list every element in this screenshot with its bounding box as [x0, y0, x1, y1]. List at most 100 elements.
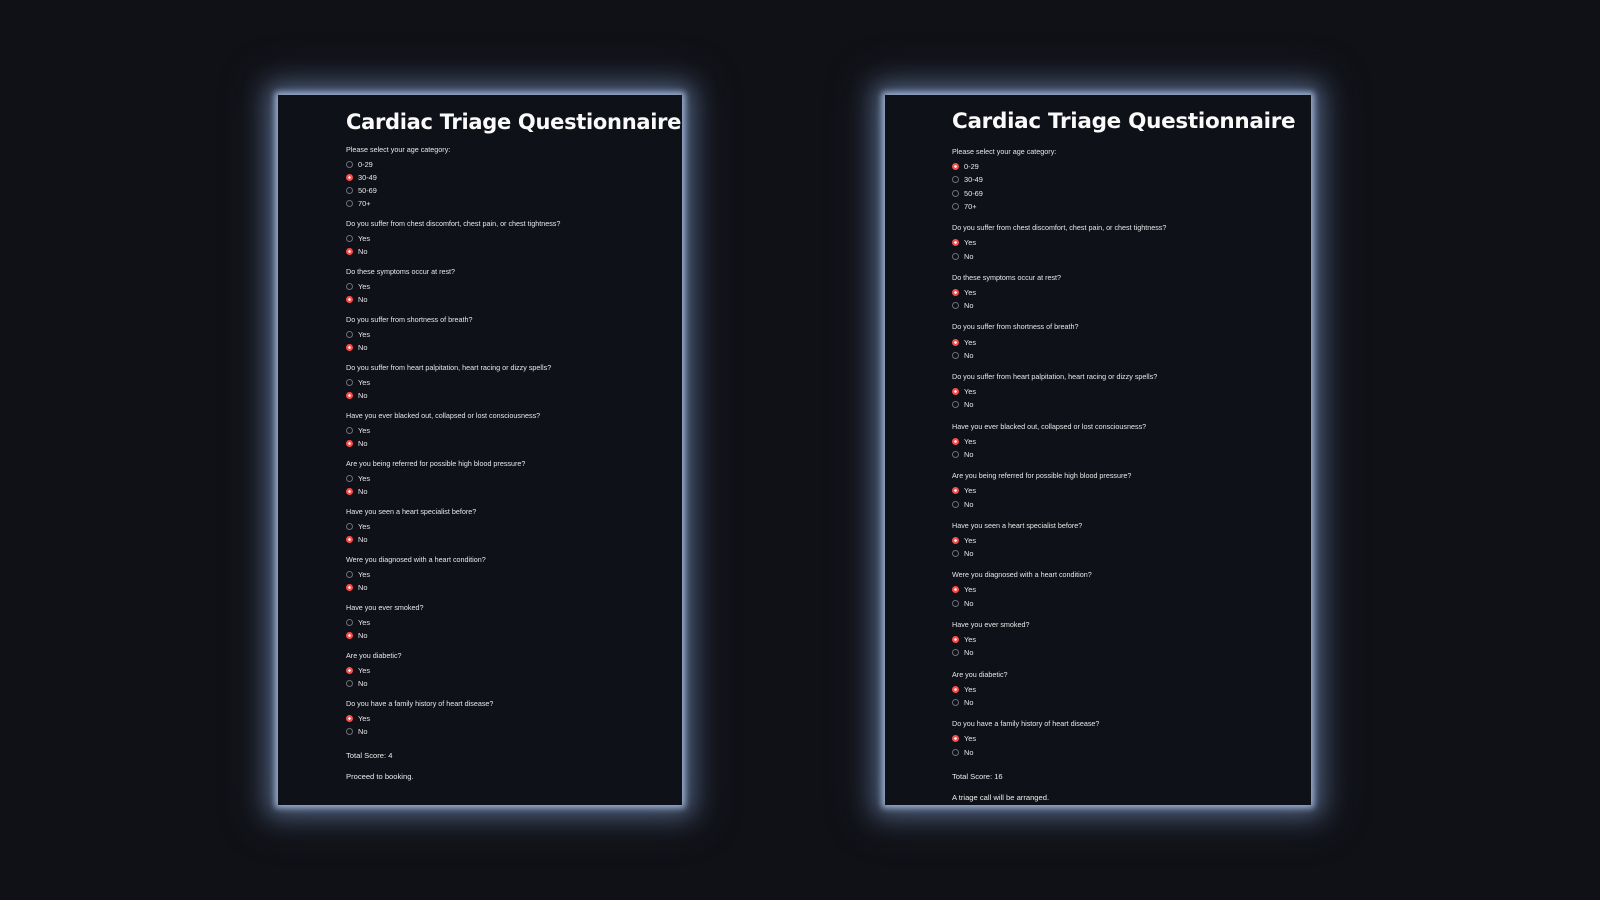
radio-unselected-icon[interactable]	[952, 649, 959, 657]
radio-option[interactable]: No	[952, 497, 1292, 510]
radio-selected-icon[interactable]	[952, 536, 959, 544]
radio-selected-icon[interactable]	[346, 392, 353, 399]
radio-selected-icon[interactable]	[952, 338, 959, 346]
radio-option[interactable]: No	[346, 341, 666, 354]
radio-selected-icon[interactable]	[346, 174, 353, 181]
radio-option[interactable]: No	[346, 389, 666, 402]
radio-option[interactable]: Yes	[952, 484, 1292, 497]
radio-selected-icon[interactable]	[346, 632, 353, 639]
radio-selected-icon[interactable]	[952, 685, 959, 693]
radio-unselected-icon[interactable]	[346, 571, 353, 578]
radio-option[interactable]: Yes	[952, 732, 1292, 745]
radio-option[interactable]: Yes	[346, 664, 666, 677]
radio-unselected-icon[interactable]	[952, 351, 959, 359]
radio-selected-icon[interactable]	[346, 536, 353, 543]
radio-option[interactable]: No	[346, 293, 666, 306]
radio-unselected-icon[interactable]	[346, 283, 353, 290]
radio-selected-icon[interactable]	[346, 440, 353, 447]
radio-selected-icon[interactable]	[346, 344, 353, 351]
radio-option[interactable]: Yes	[952, 583, 1292, 596]
radio-option[interactable]: 0-29	[952, 160, 1292, 173]
radio-unselected-icon[interactable]	[346, 619, 353, 626]
radio-option[interactable]: Yes	[346, 520, 666, 533]
radio-selected-icon[interactable]	[952, 163, 959, 171]
radio-unselected-icon[interactable]	[346, 187, 353, 194]
radio-selected-icon[interactable]	[346, 248, 353, 255]
radio-option[interactable]: No	[346, 677, 666, 690]
radio-unselected-icon[interactable]	[952, 302, 959, 310]
radio-option[interactable]: Yes	[346, 424, 666, 437]
radio-option[interactable]: Yes	[346, 568, 666, 581]
radio-unselected-icon[interactable]	[346, 235, 353, 242]
radio-selected-icon[interactable]	[952, 239, 959, 247]
radio-option[interactable]: No	[952, 349, 1292, 362]
radio-unselected-icon[interactable]	[346, 728, 353, 735]
radio-unselected-icon[interactable]	[952, 401, 959, 409]
radio-option[interactable]: 0-29	[346, 158, 666, 171]
radio-selected-icon[interactable]	[346, 667, 353, 674]
radio-unselected-icon[interactable]	[952, 451, 959, 458]
radio-option[interactable]: No	[952, 745, 1292, 758]
radio-option[interactable]: No	[952, 597, 1292, 610]
radio-option[interactable]: Yes	[952, 683, 1292, 696]
radio-unselected-icon[interactable]	[952, 252, 959, 260]
radio-option[interactable]: 30-49	[952, 173, 1292, 186]
radio-unselected-icon[interactable]	[346, 200, 353, 207]
radio-option[interactable]: No	[952, 299, 1292, 312]
radio-selected-icon[interactable]	[952, 388, 959, 396]
radio-option[interactable]: Yes	[952, 236, 1292, 249]
radio-option[interactable]: No	[952, 646, 1292, 659]
radio-option[interactable]: Yes	[952, 385, 1292, 398]
radio-option[interactable]: No	[346, 629, 666, 642]
radio-selected-icon[interactable]	[346, 715, 353, 722]
radio-option[interactable]: No	[346, 581, 666, 594]
radio-unselected-icon[interactable]	[346, 680, 353, 687]
radio-option[interactable]: Yes	[952, 335, 1292, 348]
radio-selected-icon[interactable]	[952, 636, 959, 644]
radio-option[interactable]: Yes	[346, 472, 666, 485]
radio-unselected-icon[interactable]	[952, 550, 959, 558]
radio-unselected-icon[interactable]	[952, 599, 959, 607]
radio-option[interactable]: 70+	[952, 200, 1292, 213]
radio-unselected-icon[interactable]	[346, 161, 353, 168]
radio-option[interactable]: Yes	[346, 712, 666, 725]
radio-option[interactable]: No	[346, 485, 666, 498]
radio-option[interactable]: Yes	[952, 435, 1292, 448]
radio-option[interactable]: No	[346, 725, 666, 738]
radio-unselected-icon[interactable]	[952, 500, 959, 508]
radio-unselected-icon[interactable]	[346, 523, 353, 530]
radio-option[interactable]: Yes	[346, 232, 666, 245]
radio-unselected-icon[interactable]	[346, 379, 353, 386]
radio-option[interactable]: No	[952, 448, 1292, 461]
radio-option[interactable]: 30-49	[346, 171, 666, 184]
radio-selected-icon[interactable]	[346, 584, 353, 591]
radio-option[interactable]: Yes	[346, 376, 666, 389]
radio-option[interactable]: 50-69	[346, 184, 666, 197]
radio-selected-icon[interactable]	[952, 735, 959, 743]
radio-option[interactable]: 70+	[346, 197, 666, 210]
radio-option[interactable]: Yes	[346, 280, 666, 293]
radio-unselected-icon[interactable]	[952, 176, 959, 184]
radio-option[interactable]: Yes	[346, 616, 666, 629]
radio-unselected-icon[interactable]	[952, 189, 959, 197]
radio-option[interactable]: Yes	[952, 534, 1292, 547]
radio-selected-icon[interactable]	[952, 586, 959, 594]
radio-unselected-icon[interactable]	[346, 475, 353, 482]
radio-unselected-icon[interactable]	[952, 698, 959, 706]
radio-unselected-icon[interactable]	[346, 427, 353, 434]
radio-option[interactable]: No	[952, 696, 1292, 709]
radio-option[interactable]: No	[952, 547, 1292, 560]
radio-option[interactable]: No	[346, 533, 666, 546]
radio-unselected-icon[interactable]	[952, 203, 959, 211]
radio-option[interactable]: No	[952, 398, 1292, 411]
radio-option[interactable]: Yes	[952, 286, 1292, 299]
radio-selected-icon[interactable]	[952, 437, 959, 445]
radio-selected-icon[interactable]	[346, 488, 353, 495]
radio-option[interactable]: 50-69	[952, 187, 1292, 200]
radio-unselected-icon[interactable]	[952, 748, 959, 756]
radio-option[interactable]: No	[346, 437, 666, 450]
radio-option[interactable]: Yes	[952, 633, 1292, 646]
radio-selected-icon[interactable]	[346, 296, 353, 303]
radio-unselected-icon[interactable]	[346, 331, 353, 338]
radio-selected-icon[interactable]	[952, 288, 959, 296]
